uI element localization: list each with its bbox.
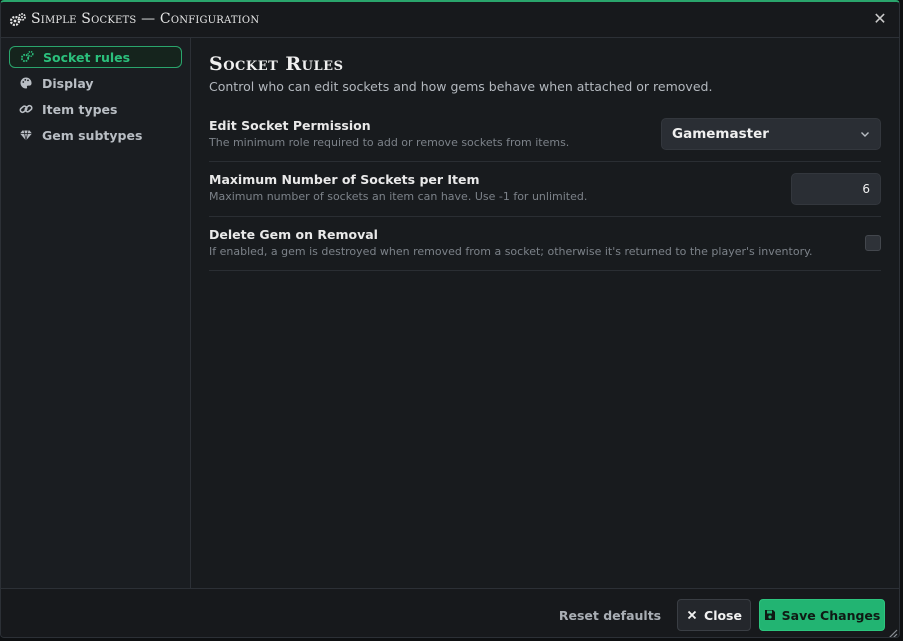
sidebar-item-label: Socket rules: [43, 49, 131, 65]
close-icon: [687, 610, 697, 620]
page-title: Socket Rules: [209, 53, 344, 75]
setting-label: Maximum Number of Sockets per Item: [209, 172, 480, 187]
sidebar-item-socket-rules[interactable]: Socket rules: [9, 46, 182, 68]
close-button[interactable]: Close: [677, 599, 751, 631]
max-sockets-input[interactable]: [791, 173, 881, 205]
permission-select-value: Gamemaster: [672, 126, 769, 142]
window-title: Simple Sockets — Configuration: [31, 11, 260, 27]
close-icon[interactable]: ✕: [871, 10, 889, 28]
reset-defaults-button[interactable]: Reset defaults: [553, 599, 661, 631]
save-changes-button[interactable]: Save Changes: [759, 599, 885, 631]
main-panel: Socket Rules Control who can edit socket…: [191, 38, 899, 588]
setting-hint: The minimum role required to add or remo…: [209, 136, 570, 149]
sidebar-item-label: Item types: [42, 101, 118, 117]
gears-icon: [20, 50, 34, 63]
page-description: Control who can edit sockets and how gem…: [209, 79, 713, 94]
gears-icon: [9, 13, 26, 27]
setting-row-permission: Edit Socket Permission The minimum role …: [209, 109, 881, 162]
save-changes-label: Save Changes: [781, 607, 881, 623]
close-label: Close: [704, 607, 742, 623]
sidebar-item-display[interactable]: Display: [9, 72, 182, 94]
config-window: Simple Sockets — Configuration ✕ Socket …: [0, 0, 900, 638]
setting-row-delete-gem: Delete Gem on Removal If enabled, a gem …: [209, 217, 881, 271]
sidebar-item-gem-subtypes[interactable]: Gem subtypes: [9, 124, 182, 146]
link-icon: [19, 104, 33, 114]
permission-select[interactable]: Gamemaster: [661, 118, 881, 150]
footer: Reset defaults Close Save Changes: [1, 588, 899, 638]
setting-hint: If enabled, a gem is destroyed when remo…: [209, 245, 813, 258]
delete-gem-checkbox[interactable]: [865, 235, 881, 251]
sidebar: Socket rules Display Item types Gem subt…: [1, 38, 191, 588]
sidebar-item-label: Display: [42, 75, 94, 91]
setting-row-max-sockets: Maximum Number of Sockets per Item Maxim…: [209, 162, 881, 217]
reset-defaults-label: Reset defaults: [558, 607, 662, 623]
gem-icon: [20, 130, 32, 141]
resize-grip-icon[interactable]: [886, 627, 898, 638]
setting-label: Delete Gem on Removal: [209, 227, 378, 242]
sidebar-item-label: Gem subtypes: [42, 127, 143, 143]
sidebar-item-item-types[interactable]: Item types: [9, 98, 182, 120]
setting-hint: Maximum number of sockets an item can ha…: [209, 190, 588, 203]
save-icon: [764, 610, 775, 620]
setting-label: Edit Socket Permission: [209, 118, 371, 133]
title-bar[interactable]: Simple Sockets — Configuration ✕: [1, 2, 899, 38]
chevron-down-icon: [861, 132, 869, 137]
palette-icon: [20, 77, 32, 89]
